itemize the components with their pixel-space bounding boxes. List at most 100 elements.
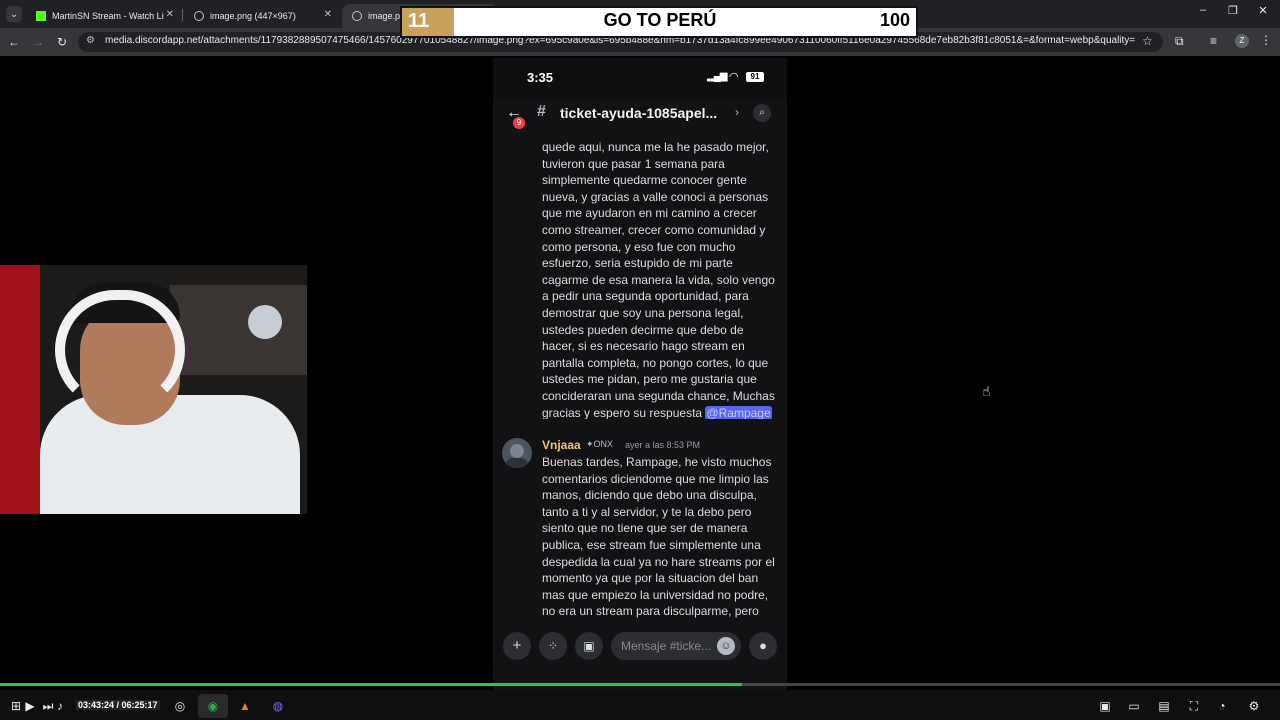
message-line: Buenas tardes, Rampage, he visto muchos <box>542 455 772 469</box>
forward-icon[interactable]: → <box>30 34 46 50</box>
chrome-icon[interactable]: ◉ <box>205 699 221 713</box>
server-tag-label: ONX <box>593 439 614 449</box>
tab-martinsn-stream[interactable]: MartinSN Stream - Watch Live o ✕ <box>26 4 182 28</box>
tab-divider <box>182 9 183 21</box>
extensions-icon[interactable]: ⧉ <box>1175 34 1184 49</box>
reload-icon[interactable]: ↻ <box>54 34 70 50</box>
streamer-webcam <box>0 265 307 514</box>
emoji-icon[interactable]: ☺ <box>717 637 735 655</box>
menu-icon[interactable]: ⋮ <box>1260 33 1272 47</box>
scoreboard-title: GO TO PERÚ <box>603 10 717 30</box>
wifi-icon: ◠ <box>729 71 739 83</box>
back-icon[interactable]: ← <box>6 34 22 50</box>
message-line: a pedir una segunda oportunidad, para <box>542 289 749 304</box>
profile-avatar[interactable]: Z <box>1235 34 1249 48</box>
settings-gear-icon[interactable]: ⚙ <box>1246 699 1262 713</box>
app-icon[interactable]: ◍ <box>270 699 286 713</box>
phone-clock: 3:35 <box>527 70 554 85</box>
channel-name[interactable]: ticket-ayuda-1085apel... <box>560 105 717 121</box>
play-icon[interactable]: ▶ <box>22 699 38 713</box>
tab-image-png[interactable]: image.png (447×967) ✕ <box>184 4 340 28</box>
fullscreen-icon[interactable]: ⛶ <box>1186 699 1202 714</box>
message-line: ustedes pueden decirme que debo de <box>542 322 744 337</box>
headphones-icon <box>55 290 185 410</box>
server-tag: ✦ONX <box>586 439 613 450</box>
theater-icon[interactable]: ▭ <box>1126 699 1142 713</box>
mouse-cursor-icon: ☝ <box>982 383 991 399</box>
message-line: no era un stream para disculparme, pero <box>542 604 759 619</box>
globe-icon <box>352 11 362 21</box>
message-1-body: quede aqui, nunca me la he pasado mejor,… <box>542 139 782 419</box>
video-time: 03:43:24 / 06:25:17 <box>76 700 160 710</box>
message-line: demostrar que soy una persona legal, <box>542 305 744 320</box>
webcam-chair <box>0 265 40 514</box>
message-line: mas que empiezo la universidad no podre, <box>542 587 769 602</box>
restore-button[interactable]: ❐ <box>1218 4 1248 17</box>
microphone-icon[interactable]: ● <box>749 632 777 660</box>
add-icon[interactable]: + <box>503 632 531 660</box>
caption-icon[interactable]: ▤ <box>1156 699 1172 713</box>
message-line: como persona, y eso fue con mucho <box>542 239 736 254</box>
volume-icon[interactable]: ♪ <box>52 699 68 713</box>
webcam-ball <box>248 305 282 339</box>
message-line: esfuerzo, seria estupido de mi parte <box>542 256 733 271</box>
message-line: despedida la cual ya no hare streams por… <box>542 554 775 569</box>
message-line: tuvieron que pasar 1 semana para <box>542 156 725 171</box>
message-line: hacer, si es necesario hago stream en <box>542 339 745 354</box>
tab-label: image.png (447×967) <box>210 11 296 21</box>
message-line: concideraran una segunda chance, Muchas <box>542 388 775 403</box>
close-icon[interactable]: ✕ <box>324 9 332 20</box>
message-line: siento que no tiene que ser de manera <box>542 521 748 536</box>
message-line: simplemente quedarme conocer gente <box>542 173 747 188</box>
close-window-button[interactable]: ✕ <box>1248 4 1278 17</box>
avatar-head <box>510 444 524 458</box>
battery-icon: 91 <box>746 72 764 82</box>
tab-label: MartinSN Stream - Watch Live o <box>52 11 164 21</box>
message-line: como streamer, crecer como comunidad y <box>542 222 766 237</box>
message-line: momento ya que por la situacion del ban <box>542 571 759 586</box>
message-line: pantalla completa, no pongo cortes, lo q… <box>542 355 769 370</box>
message-timestamp: ayer a las 8:53 PM <box>625 440 701 450</box>
scoreboard-right-number: 100 <box>879 10 910 30</box>
signal-icon: ▂▄▆ <box>707 71 727 82</box>
search-icon[interactable]: ⌕ <box>753 104 771 122</box>
gift-icon[interactable]: ▣ <box>575 632 603 660</box>
webcam-shirt <box>40 395 300 514</box>
video-progress-fill <box>0 683 742 686</box>
media-control-icon[interactable]: ≡ <box>1210 34 1217 48</box>
message-line: cagarme de esa manera la vida, solo veng… <box>542 272 775 287</box>
message-text: gracias y espero su respuesta <box>542 405 706 420</box>
apps-icon[interactable]: ⁘ <box>539 632 567 660</box>
avatar-body <box>506 458 528 468</box>
message-line: que me ayudaron en mi camino a crecer <box>542 206 757 221</box>
message-2-body: Buenas tardes, Rampage, he visto muchos … <box>542 454 782 622</box>
chevron-right-icon[interactable]: › <box>735 105 739 119</box>
hashtag-icon: # <box>537 103 546 120</box>
globe-icon <box>194 11 204 21</box>
tag-icon: ✦ <box>586 439 594 449</box>
message-line: ustedes me pidan, pero me gustaria que <box>542 372 757 387</box>
notification-badge: 9 <box>513 117 525 129</box>
message-line-last: gracias y espero su respuesta @Rampage <box>542 405 782 420</box>
message-line: nueva, y gracias a valle conoci a person… <box>542 189 769 204</box>
webcam-background-shelf <box>170 285 307 375</box>
app-icon[interactable]: ◎ <box>172 699 188 713</box>
close-icon[interactable]: ✕ <box>166 9 174 20</box>
message-input-placeholder: Mensaje #ticke... <box>621 639 712 653</box>
bookmark-star-icon[interactable]: ☆ <box>1142 34 1153 48</box>
tab-search-button[interactable]: ⌄ <box>6 6 22 22</box>
user-mention[interactable]: @Rampage <box>705 405 772 419</box>
minimize-button[interactable]: – <box>1188 4 1218 16</box>
app-icon[interactable]: ▲ <box>237 699 253 713</box>
taskbar <box>0 690 1280 720</box>
kick-icon <box>36 11 46 21</box>
speed-icon[interactable]: ◔ <box>1214 699 1230 713</box>
pip-icon[interactable]: ▣ <box>1097 699 1113 713</box>
avatar[interactable] <box>502 438 532 468</box>
message-username[interactable]: Vnjaaa <box>542 438 581 452</box>
site-info-icon[interactable]: ⚙ <box>86 35 95 46</box>
message-line: tanto a ti y al servidor, y te la debo p… <box>542 504 752 519</box>
message-line: quede aqui, nunca me la he pasado mejor, <box>542 140 769 154</box>
message-line: manos, diciendo que debo una disculpa, <box>542 488 757 503</box>
message-line: publica, ese stream fue simplemente una <box>542 537 761 552</box>
